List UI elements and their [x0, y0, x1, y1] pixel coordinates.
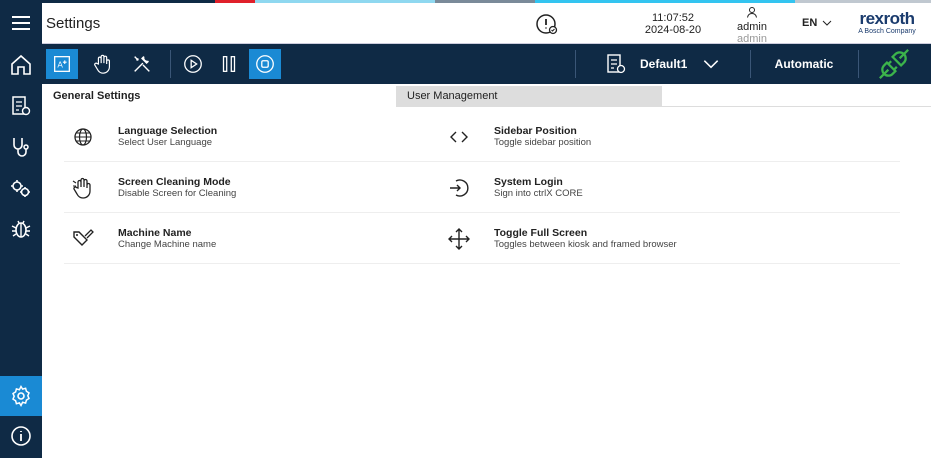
clock-time: 11:07:52: [651, 12, 694, 24]
play-icon: [184, 55, 202, 73]
tag-edit-icon: [73, 228, 94, 246]
connection-status[interactable]: [874, 47, 914, 81]
sidebar-position-item[interactable]: Sidebar Position Toggle sidebar position: [446, 111, 591, 162]
menu-button[interactable]: [0, 3, 42, 43]
settings-row: Machine Name Change Machine name Toggle F…: [64, 213, 900, 264]
gears-icon: [11, 180, 30, 197]
mode-indicator[interactable]: Automatic: [750, 44, 858, 84]
language-selection-item[interactable]: Language Selection Select User Language: [70, 111, 217, 162]
brand-name: rexroth: [859, 9, 915, 28]
pause-icon: [222, 56, 236, 72]
settings-row: Screen Cleaning Mode Disable Screen for C…: [64, 162, 900, 213]
hand-icon: [94, 54, 111, 74]
stop-button[interactable]: [249, 49, 281, 79]
stop-icon: [256, 55, 274, 73]
user-menu[interactable]: admin admin: [730, 6, 774, 45]
screen-cleaning-item[interactable]: Screen Cleaning Mode Disable Screen for C…: [70, 162, 236, 213]
alert-notification-icon[interactable]: [535, 12, 559, 36]
move-arrows-icon: [448, 227, 470, 250]
setting-title: Machine Name: [118, 226, 192, 239]
brand-logo: rexroth A Bosch Company: [854, 10, 920, 36]
setting-subtitle: Change Machine name: [118, 238, 217, 250]
sidebar-item-settings[interactable]: [0, 376, 42, 416]
toolbar-separator: [858, 50, 859, 78]
clipboard-gear-icon: [12, 96, 31, 116]
tab-general-settings[interactable]: General Settings: [42, 86, 396, 107]
chevron-down-icon: [704, 60, 719, 69]
setting-title: Sidebar Position: [494, 124, 577, 137]
header-bar: Settings 11:07:52 2024-08-20 admin admin…: [42, 3, 931, 45]
info-icon: [11, 426, 31, 446]
setting-subtitle: Select User Language: [118, 136, 213, 148]
toolbar-separator: [170, 50, 171, 78]
sidebar: [0, 3, 42, 458]
clipboard-gear-icon: [607, 54, 626, 74]
toolbar: A Default1 Automatic: [42, 44, 931, 84]
machine-name-item[interactable]: Machine Name Change Machine name: [70, 213, 216, 264]
stethoscope-icon: [13, 138, 29, 157]
setting-subtitle: Disable Screen for Cleaning: [118, 187, 237, 199]
login-icon: [450, 178, 469, 197]
sidebar-item-home[interactable]: [0, 45, 42, 85]
settings-row: Language Selection Select User Language S…: [64, 111, 900, 162]
tools-icon: [134, 56, 150, 72]
code-brackets-icon: [450, 131, 468, 142]
plug-connected-icon: [879, 49, 909, 79]
tab-user-management[interactable]: User Management: [396, 86, 662, 107]
profile-name: Default1: [640, 57, 688, 71]
auto-mode-icon: A: [54, 56, 70, 72]
home-icon: [11, 54, 31, 75]
sidebar-item-diagnostics[interactable]: [0, 127, 42, 167]
pause-button[interactable]: [213, 49, 245, 79]
date-time: 11:07:52 2024-08-20: [643, 12, 703, 36]
play-button[interactable]: [177, 49, 209, 79]
toggle-full-screen-item[interactable]: Toggle Full Screen Toggles between kiosk …: [446, 213, 677, 264]
sidebar-item-info[interactable]: [0, 416, 42, 456]
chevron-down-icon: [822, 20, 832, 26]
setting-subtitle: Toggle sidebar position: [494, 136, 592, 148]
hand-touch-icon: [72, 177, 91, 199]
language-code: EN: [802, 17, 818, 29]
system-login-item[interactable]: System Login Sign into ctrlX CORE: [446, 162, 583, 213]
sidebar-item-debug[interactable]: [0, 209, 42, 249]
language-selector[interactable]: EN: [802, 17, 833, 29]
user-name: admin: [737, 21, 767, 33]
setting-title: Language Selection: [118, 124, 218, 137]
sidebar-item-configuration[interactable]: [0, 168, 42, 208]
clock-date: 2024-08-20: [644, 24, 702, 36]
globe-icon: [74, 127, 92, 146]
hamburger-icon: [12, 16, 30, 30]
setting-subtitle: Toggles between kiosk and framed browser: [494, 238, 677, 250]
brand-tagline: A Bosch Company: [858, 28, 916, 35]
sidebar-item-programs[interactable]: [0, 86, 42, 126]
setting-title: System Login: [494, 175, 563, 188]
setup-mode-button[interactable]: [126, 49, 158, 79]
toolbar-separator: [575, 50, 576, 78]
gear-icon: [12, 384, 30, 408]
setting-title: Toggle Full Screen: [494, 226, 588, 239]
svg-text:A: A: [57, 61, 63, 70]
page-title: Settings: [46, 15, 101, 32]
manual-mode-button[interactable]: [87, 49, 119, 79]
profile-selector[interactable]: Default1: [604, 44, 721, 84]
auto-mode-button[interactable]: A: [46, 49, 78, 79]
user-icon: [747, 7, 757, 18]
setting-title: Screen Cleaning Mode: [118, 175, 231, 188]
setting-subtitle: Sign into ctrlX CORE: [494, 187, 583, 199]
settings-tabs: General Settings User Management: [42, 86, 931, 107]
bug-icon: [11, 220, 31, 238]
settings-list: Language Selection Select User Language S…: [42, 108, 931, 458]
